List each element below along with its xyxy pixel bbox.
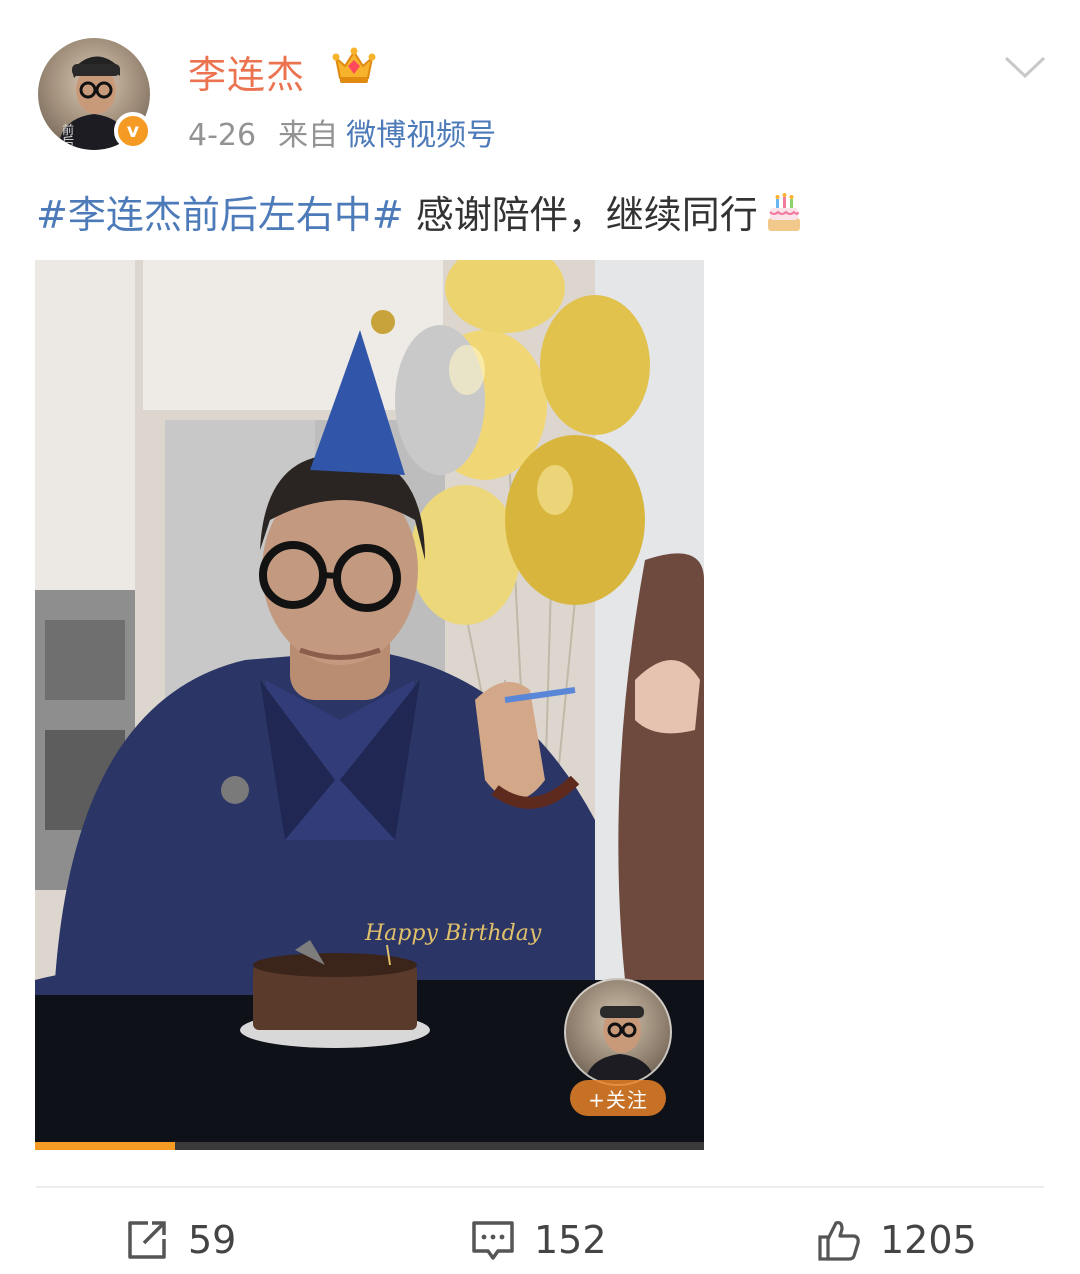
post-source-link[interactable]: 微博视频号 [346, 118, 496, 153]
post-header: 前 后 v 李连杰 4-26 来自 微博视频号 [38, 38, 1048, 158]
repost-icon [128, 1221, 166, 1259]
author-name[interactable]: 李连杰 [188, 44, 305, 99]
chevron-down-icon[interactable] [1002, 52, 1048, 82]
follow-button[interactable]: +关注 [570, 1080, 666, 1116]
cake-topper: Happy Birthday [364, 921, 542, 946]
crown-icon [332, 47, 376, 83]
divider [36, 1186, 1044, 1188]
creator-mini-avatar[interactable] [564, 978, 672, 1086]
video-progress-fill [35, 1142, 176, 1150]
post-text: #李连杰前后左右中# 感谢陪伴，继续同行 [36, 184, 804, 239]
like-button[interactable]: 1205 [816, 1210, 977, 1270]
comment-icon [472, 1221, 514, 1260]
svg-text:后: 后 [62, 135, 74, 149]
video-player[interactable]: Happy Birthday +关注 [35, 260, 704, 1150]
like-icon [818, 1221, 860, 1261]
post-body: 感谢陪伴，继续同行 [403, 193, 758, 237]
repost-count: 59 [188, 1218, 237, 1262]
verified-badge-icon: v [114, 112, 152, 150]
birthday-cake-emoji [767, 193, 800, 231]
comment-button[interactable]: 152 [470, 1210, 607, 1270]
post-date: 4-26 [188, 118, 257, 153]
comment-count: 152 [534, 1218, 607, 1262]
video-progress-bar[interactable] [35, 1142, 704, 1150]
like-count: 1205 [880, 1218, 977, 1262]
topic-link[interactable]: #李连杰前后左右中# [36, 193, 404, 237]
from-label: 来自 [278, 118, 339, 153]
repost-button[interactable]: 59 [124, 1210, 236, 1270]
post-meta: 4-26 来自 微博视频号 [188, 110, 496, 154]
action-bar: 59 152 1205 [0, 1210, 1080, 1270]
